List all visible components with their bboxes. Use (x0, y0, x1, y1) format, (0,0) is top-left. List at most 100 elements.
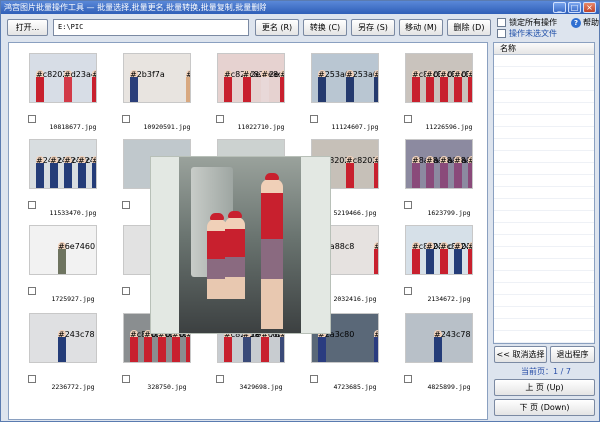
thumbnail-image[interactable]: #243c78 (405, 313, 473, 363)
thumbnail-checkbox[interactable] (28, 375, 36, 383)
thumbnail-figure: #2b3f7a (130, 70, 165, 102)
delete-button[interactable]: 删除 (D) (447, 19, 491, 36)
thumbnail-image[interactable]: #253a6e#253a6e#253a6e (311, 53, 379, 103)
thumbnail-figure: #c8202e (172, 330, 190, 362)
minimize-button[interactable]: _ (553, 2, 566, 13)
thumbnail-checkbox[interactable] (122, 201, 130, 209)
thumbnail-checkbox[interactable] (122, 287, 130, 295)
thumbnail-cell[interactable]: #243c78 4825899.jpg (391, 313, 485, 407)
preview-person (225, 217, 245, 299)
thumbnail-filename: 11226596.jpg (425, 123, 473, 131)
help-link[interactable]: ? 帮助 (571, 17, 599, 28)
thumbnail-checkbox[interactable] (216, 375, 224, 383)
thumbnail-image[interactable]: #6e7460 (29, 225, 97, 275)
file-list[interactable] (494, 55, 594, 343)
thumbnail-cell[interactable]: #243c78#243c78#243c78#243c78#243c78 11533… (15, 139, 109, 233)
thumbnail-checkbox[interactable] (28, 287, 36, 295)
thumbnail-cell[interactable]: #c8202e#c8202e#e8d8d8#c8202e11022710.jpg (203, 53, 297, 147)
thumbnail-image[interactable]: #c8202e#d23a48#c8202e (29, 53, 97, 103)
move-button[interactable]: 移动 (M) (399, 19, 443, 36)
preview-person (207, 219, 227, 299)
preview-hat (228, 211, 242, 218)
operate-unselected-label: 操作未选文件 (509, 29, 557, 38)
thumbnail-cell[interactable]: #243c78 2236772.jpg (15, 313, 109, 407)
thumbnail-filename: 3429698.jpg (239, 383, 283, 391)
help-icon[interactable]: ? (571, 17, 581, 28)
thumbnail-filename: 11533470.jpg (49, 209, 97, 217)
thumbnail-checkbox[interactable] (216, 115, 224, 123)
thumbnail-figure: #243c78 (426, 242, 463, 274)
thumbnail-image[interactable]: #8a4a7a#8a4a7a#8a4a7a#8a4a7a#8a4a7a (405, 139, 473, 189)
thumbnail-cell[interactable]: #c8202e#243c78#c8202e#243c78#c8202e 21346… (391, 225, 485, 319)
thumbnail-image[interactable]: #243c78#243c78#243c78#243c78#243c78 (29, 139, 97, 189)
thumbnail-checkbox[interactable] (404, 287, 412, 295)
exit-button[interactable]: 退出程序 (550, 346, 595, 363)
thumbnail-checkbox[interactable] (310, 115, 318, 123)
thumbnail-figure: #253a6e (318, 70, 355, 102)
thumbnail-figure: #253a6e (374, 70, 378, 102)
image-preview-popup (150, 156, 331, 334)
thumbnail-checkbox[interactable] (28, 115, 36, 123)
thumbnail-checkbox[interactable] (122, 375, 130, 383)
thumbnail-filename: 328750.jpg (147, 383, 187, 391)
maximize-button[interactable]: □ (568, 2, 581, 13)
lock-all-option[interactable]: 锁定所有操作 (497, 17, 557, 28)
thumbnail-checkbox[interactable] (122, 115, 130, 123)
thumbnail-figure: #e8d8d8 (261, 70, 284, 102)
rename-button[interactable]: 更名 (R) (255, 19, 299, 36)
cancel-select-button[interactable]: << 取消选择 (494, 346, 547, 363)
close-button[interactable]: × (583, 2, 596, 13)
convert-button[interactable]: 转换 (C) (303, 19, 347, 36)
thumbnail-figure: #243c78 (92, 156, 96, 188)
thumbnail-figure: #c8202e (224, 330, 260, 362)
thumbnail-figure: #c8202e (186, 330, 190, 362)
thumbnail-filename: 10818677.jpg (49, 123, 97, 131)
thumbnail-figure: #d23a48 (64, 70, 96, 102)
name-column-header[interactable]: 名称 (494, 43, 594, 55)
save-as-button[interactable]: 另存 (S) (351, 19, 395, 36)
prev-page-button[interactable]: 上 页 (Up) (494, 379, 595, 396)
thumbnail-filename: 1623799.jpg (427, 209, 471, 217)
thumbnail-figure: #c8202e (440, 70, 472, 102)
window-title: 鸿宫图片批量操作工具 — 批量选择,批量更名,批量转换,批量复制,批量删除... (4, 3, 266, 12)
thumbnail-figure: #8a4a7a (468, 156, 472, 188)
lock-all-checkbox[interactable] (497, 18, 506, 27)
next-page-button[interactable]: 下 页 (Down) (494, 399, 595, 416)
app-window: 鸿宫图片批量操作工具 — 批量选择,批量更名,批量转换,批量复制,批量删除...… (0, 0, 600, 422)
help-label[interactable]: 帮助 (583, 17, 599, 28)
thumbnail-image[interactable]: #2b3f7a #d8a880 (123, 53, 191, 103)
thumbnail-cell[interactable]: #2b3f7a #d8a880 10920591.jpg (109, 53, 203, 147)
thumbnail-image[interactable]: #c8202e#243c78#c8202e#243c78#c8202e (405, 225, 473, 275)
title-bar: 鸿宫图片批量操作工具 — 批量选择,批量更名,批量转换,批量复制,批量删除...… (1, 1, 599, 14)
thumbnail-image[interactable]: #c8202e#c8202e#c8202e#c8202e#c8202e (405, 53, 473, 103)
thumbnail-cell[interactable]: #6e7460 1725927.jpg (15, 225, 109, 319)
thumbnail-image[interactable]: #c8202e#c8202e#e8d8d8#c8202e (217, 53, 285, 103)
thumbnail-checkbox[interactable] (28, 201, 36, 209)
thumbnail-cell[interactable]: #c8202e#c8202e#c8202e#c8202e#c8202e 11226… (391, 53, 485, 147)
thumbnail-image[interactable]: #243c78 (29, 313, 97, 363)
thumbnail-cell[interactable]: #c8202e#d23a48#c8202e 10818677.jpg (15, 53, 109, 147)
thumbnail-cell[interactable]: #253a6e#253a6e#253a6e11124607.jpg (297, 53, 391, 147)
thumbnail-figure: #c8202e (426, 70, 462, 102)
thumbnail-figure: #c8202e (374, 156, 378, 188)
thumbnail-figure: #2a3c80 (318, 330, 354, 362)
thumbnail-figure: #c8202e (144, 330, 180, 362)
thumbnail-figure: #c8202e (468, 242, 472, 274)
thumbnail-checkbox[interactable] (404, 115, 412, 123)
thumbnail-figure: #243c78 (50, 156, 87, 188)
thumbnail-filename: 11124607.jpg (331, 123, 379, 131)
thumbnail-checkbox[interactable] (310, 375, 318, 383)
thumbnail-checkbox[interactable] (404, 201, 412, 209)
thumbnail-figure: #8a4a7a (440, 156, 472, 188)
path-input[interactable]: E:\PIC (53, 19, 249, 36)
open-button[interactable]: 打开... (7, 19, 48, 36)
thumbnail-checkbox[interactable] (404, 375, 412, 383)
thumbnail-figure: #c8202e (261, 330, 284, 362)
thumbnail-figure: #243c78 (64, 156, 96, 188)
thumbnail-figure: #243c78 (36, 156, 73, 188)
operate-unselected-checkbox[interactable] (497, 29, 506, 38)
operate-unselected-option[interactable]: 操作未选文件 (497, 28, 557, 39)
thumbnail-cell[interactable]: #8a4a7a#8a4a7a#8a4a7a#8a4a7a#8a4a7a 16237… (391, 139, 485, 233)
thumbnail-figure: #6e7460 (58, 242, 95, 274)
thumbnail-figure: #c8202e (412, 70, 448, 102)
